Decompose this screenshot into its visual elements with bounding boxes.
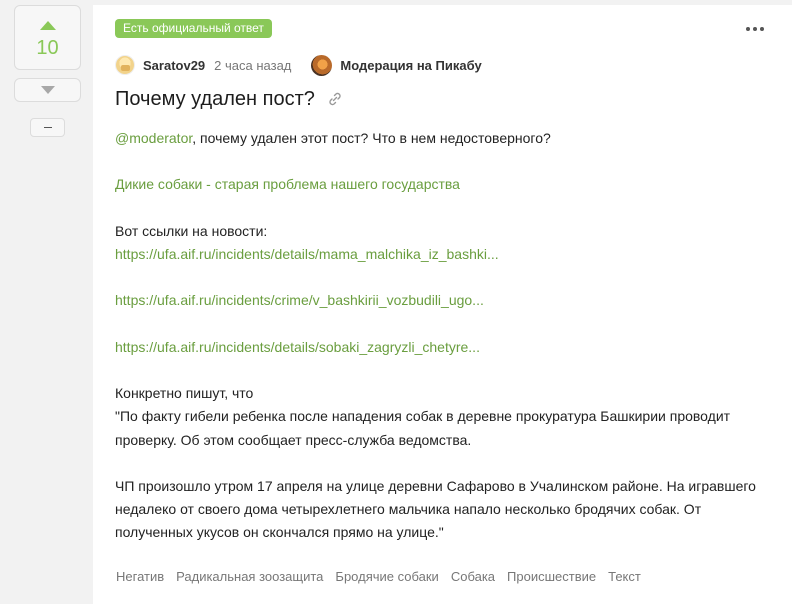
author-avatar[interactable] (115, 55, 135, 75)
dot-icon (753, 27, 757, 31)
collapse-button[interactable] (30, 118, 65, 137)
news-link[interactable]: https://ufa.aif.ru/incidents/crime/v_bas… (115, 292, 484, 308)
dot-icon (760, 27, 764, 31)
quote-line: ЧП произошло утром 17 апреля на улице де… (115, 477, 756, 494)
quote-intro: Конкретно пишут, что (115, 385, 254, 402)
arrow-down-icon (40, 86, 55, 94)
more-options-button[interactable] (746, 27, 764, 31)
quote-line: "По факту гибели ребенка после нападения… (115, 408, 731, 425)
news-link[interactable]: https://ufa.aif.ru/incidents/details/sob… (115, 339, 480, 355)
minus-icon (43, 127, 52, 128)
upvote-button[interactable]: 10 (14, 5, 81, 70)
post-card: Есть официальный ответ Saratov29 2 часа … (93, 5, 792, 604)
linked-post-link[interactable]: Дикие собаки - старая проблема нашего го… (115, 176, 460, 192)
post-content: @moderator, почему удален этот пост? Что… (115, 127, 775, 545)
tag[interactable]: Текст (608, 569, 641, 584)
dot-icon (746, 27, 750, 31)
link-icon[interactable] (327, 91, 343, 107)
community-name[interactable]: Модерация на Пикабу (340, 58, 481, 73)
arrow-up-icon (39, 21, 56, 30)
tag[interactable]: Происшествие (507, 569, 596, 584)
title-row: Почему удален пост? (115, 87, 343, 111)
quote-line: проверку. Об этом сообщает пресс-служба … (115, 431, 472, 448)
mention-link[interactable]: @moderator (115, 130, 192, 146)
post-meta: Saratov29 2 часа назад Модерация на Пика… (115, 54, 482, 76)
links-header: Вот ссылки на новости: (115, 222, 268, 239)
tag-list: Негатив Радикальная зоозащита Бродячие с… (116, 569, 653, 584)
intro-text: , почему удален этот пост? Что в нем нед… (192, 130, 551, 146)
post-time: 2 часа назад (214, 57, 292, 73)
tag[interactable]: Собака (451, 569, 495, 584)
downvote-button[interactable] (14, 78, 81, 102)
author-name[interactable]: Saratov29 (143, 58, 205, 73)
rating-column: 10 (14, 5, 81, 137)
news-link[interactable]: https://ufa.aif.ru/incidents/details/mam… (115, 246, 499, 262)
post-title[interactable]: Почему удален пост? (115, 87, 315, 111)
community-avatar[interactable] (311, 54, 333, 76)
tag[interactable]: Негатив (116, 569, 164, 584)
quote-line: полученных укусов он скончался прямо на … (115, 524, 444, 541)
intro-paragraph: @moderator, почему удален этот пост? Что… (115, 127, 775, 150)
rating-score: 10 (36, 37, 59, 59)
tag[interactable]: Бродячие собаки (335, 569, 438, 584)
tag[interactable]: Радикальная зоозащита (176, 569, 323, 584)
quote-line: недалеко от своего дома четырехлетнего м… (115, 501, 702, 518)
official-answer-badge: Есть официальный ответ (115, 19, 272, 38)
